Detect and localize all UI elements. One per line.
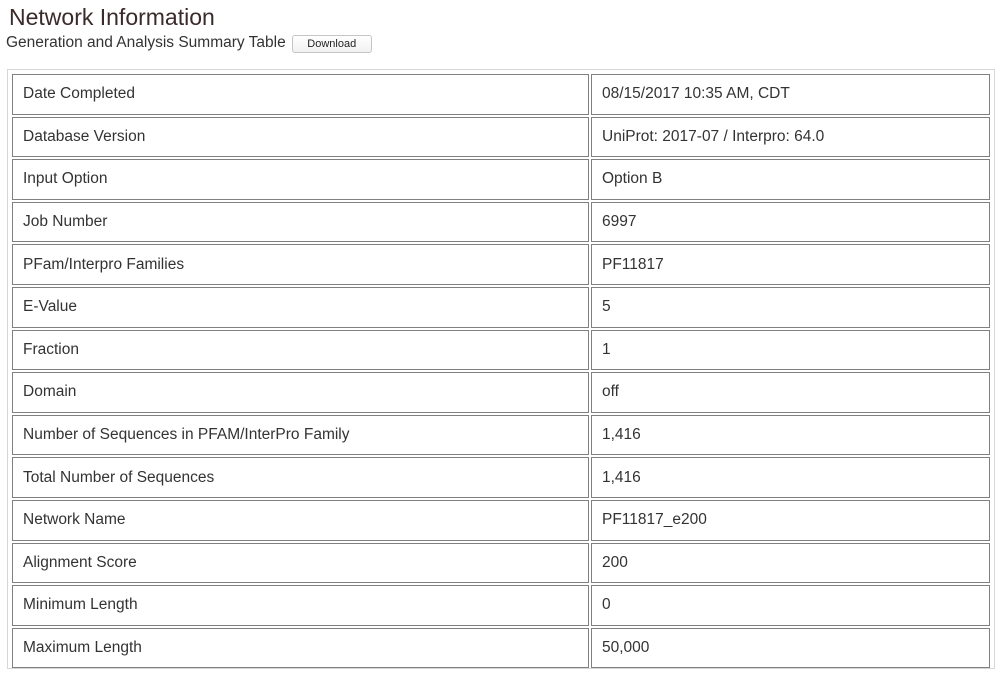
row-label-minimum-length: Minimum Length xyxy=(12,585,589,626)
table-row: PFam/Interpro Families PF11817 xyxy=(12,244,990,285)
table-row: Fraction 1 xyxy=(12,329,990,371)
row-value-network-name: PF11817_e200 xyxy=(591,499,990,541)
subtitle-row: Generation and Analysis Summary Table Do… xyxy=(6,33,372,53)
row-value-minimum-length: 0 xyxy=(591,585,990,626)
row-label-date-completed: Date Completed xyxy=(12,74,589,115)
row-value-pfam-families: PF11817 xyxy=(591,244,990,285)
row-label-e-value: E-Value xyxy=(12,286,589,328)
row-value-family-sequence-count: 1,416 xyxy=(591,414,990,456)
table-row: E-Value 5 xyxy=(12,286,990,328)
row-value-e-value: 5 xyxy=(591,286,990,328)
table-row: Alignment Score 200 xyxy=(12,542,990,584)
row-label-maximum-length: Maximum Length xyxy=(12,627,589,669)
summary-table-frame: Date Completed 08/15/2017 10:35 AM, CDT … xyxy=(7,69,995,669)
table-row: Job Number 6997 xyxy=(12,201,990,243)
row-label-alignment-score: Alignment Score xyxy=(12,542,589,584)
row-label-job-number: Job Number xyxy=(12,201,589,243)
row-label-fraction: Fraction xyxy=(12,329,589,371)
table-row: Network Name PF11817_e200 xyxy=(12,499,990,541)
summary-table: Date Completed 08/15/2017 10:35 AM, CDT … xyxy=(10,72,992,670)
row-value-alignment-score: 200 xyxy=(591,542,990,584)
row-value-maximum-length: 50,000 xyxy=(591,627,990,669)
table-subtitle: Generation and Analysis Summary Table xyxy=(6,34,286,51)
row-value-domain: off xyxy=(591,372,990,413)
row-label-database-version: Database Version xyxy=(12,116,589,158)
row-label-total-sequences: Total Number of Sequences xyxy=(12,457,589,498)
row-label-domain: Domain xyxy=(12,372,589,413)
row-label-input-option: Input Option xyxy=(12,159,589,200)
row-label-network-name: Network Name xyxy=(12,499,589,541)
row-value-fraction: 1 xyxy=(591,329,990,371)
row-value-date-completed: 08/15/2017 10:35 AM, CDT xyxy=(591,74,990,115)
row-value-database-version: UniProt: 2017-07 / Interpro: 64.0 xyxy=(591,116,990,158)
page-title: Network Information xyxy=(9,4,215,30)
row-label-family-sequence-count: Number of Sequences in PFAM/InterPro Fam… xyxy=(12,414,589,456)
table-row: Input Option Option B xyxy=(12,159,990,200)
row-value-total-sequences: 1,416 xyxy=(591,457,990,498)
table-row: Maximum Length 50,000 xyxy=(12,627,990,669)
table-row: Domain off xyxy=(12,372,990,413)
table-row: Database Version UniProt: 2017-07 / Inte… xyxy=(12,116,990,158)
table-row: Date Completed 08/15/2017 10:35 AM, CDT xyxy=(12,74,990,115)
table-row: Minimum Length 0 xyxy=(12,585,990,626)
row-label-pfam-families: PFam/Interpro Families xyxy=(12,244,589,285)
table-row: Total Number of Sequences 1,416 xyxy=(12,457,990,498)
download-button[interactable]: Download xyxy=(291,35,372,53)
table-row: Number of Sequences in PFAM/InterPro Fam… xyxy=(12,414,990,456)
row-value-job-number: 6997 xyxy=(591,201,990,243)
row-value-input-option: Option B xyxy=(591,159,990,200)
